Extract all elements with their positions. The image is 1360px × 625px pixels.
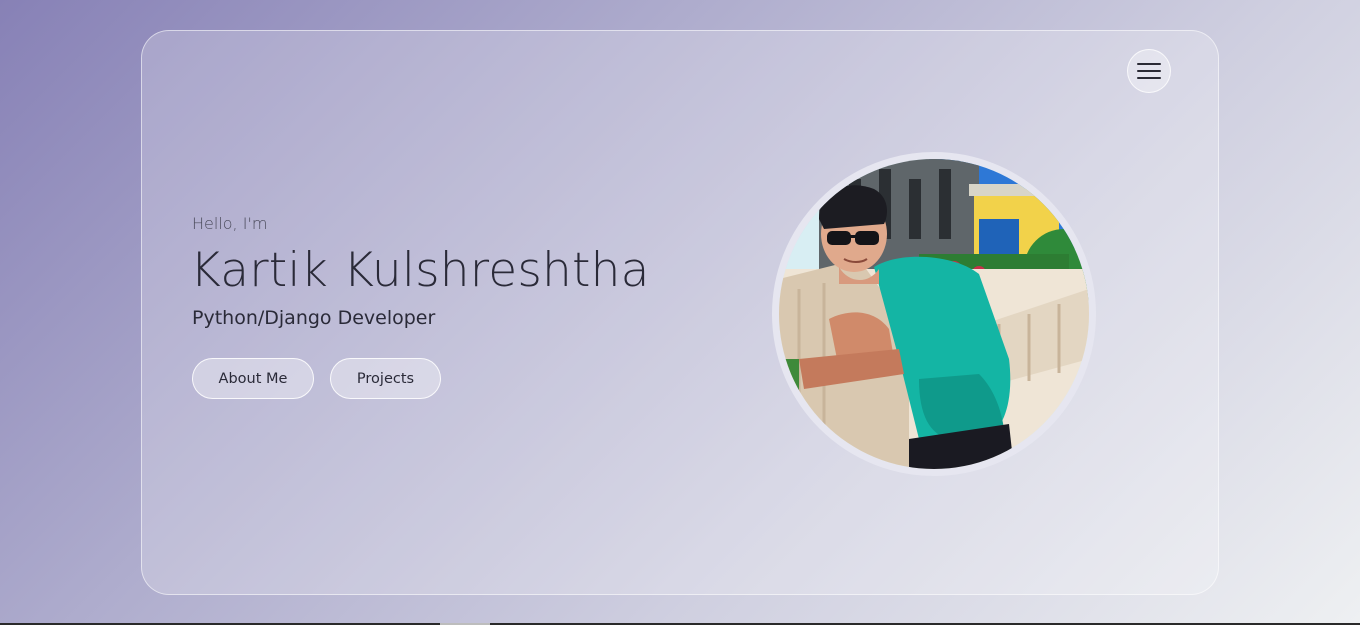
hamburger-menu-icon-bar [1137,70,1161,72]
profile-photo [772,152,1096,476]
menu-button[interactable] [1127,49,1171,93]
hamburger-menu-icon-bar [1137,77,1161,79]
about-me-button[interactable]: About Me [192,358,314,399]
projects-button[interactable]: Projects [330,358,441,399]
hamburger-menu-icon [1137,63,1161,65]
hero-card: Hello, I'm Kartik Kulshreshtha Python/Dj… [141,30,1219,595]
role-subtitle: Python/Django Developer [192,307,436,329]
page-title: Kartik Kulshreshtha [190,243,650,298]
greeting-text: Hello, I'm [192,214,268,233]
profile-photo-image [779,159,1089,469]
